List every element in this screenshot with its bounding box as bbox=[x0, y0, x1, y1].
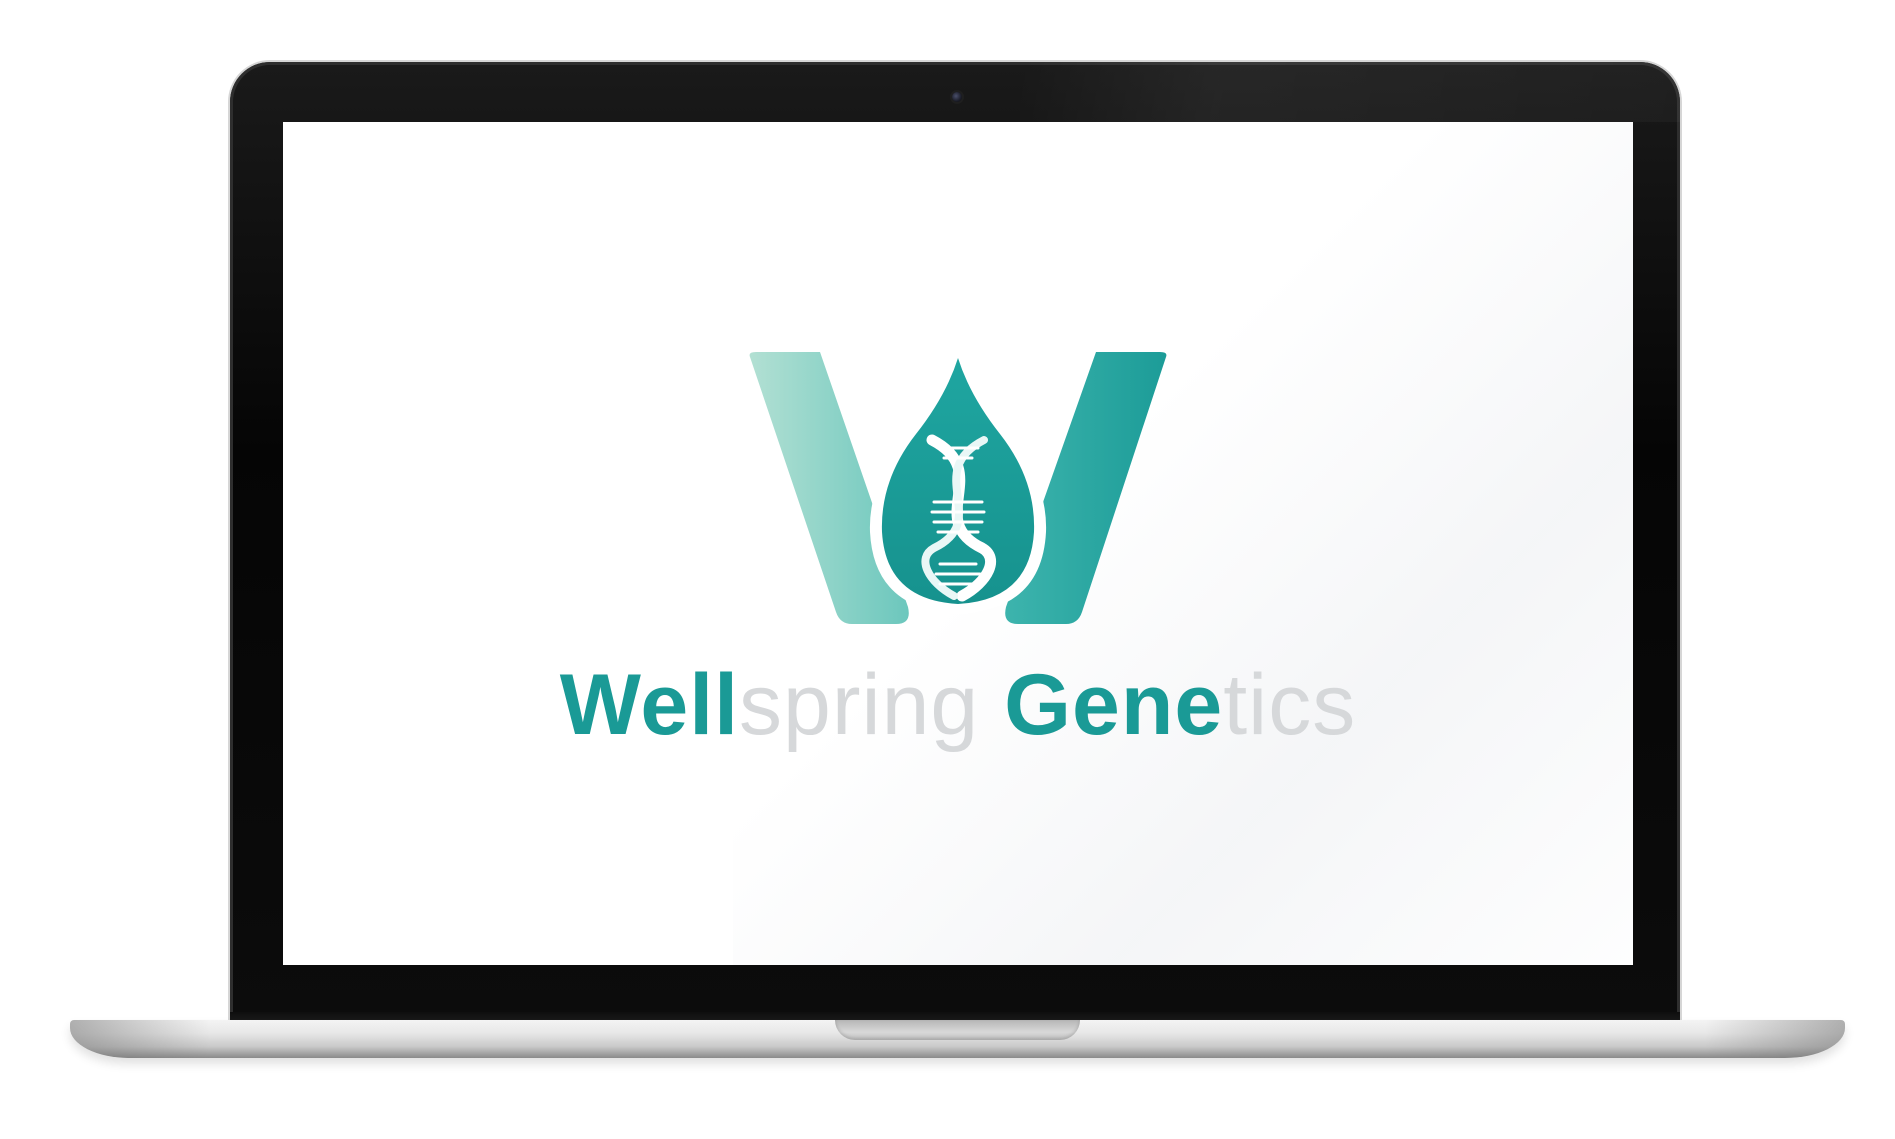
laptop-mockup: Wellspring Genetics bbox=[0, 0, 1895, 1139]
wordmark-part-2: spring bbox=[739, 657, 980, 753]
wordmark-part-3: Gene bbox=[1004, 657, 1224, 753]
wordmark-part-4: tics bbox=[1223, 657, 1357, 753]
base-shade-left bbox=[70, 1020, 210, 1058]
laptop-screen: Wellspring Genetics bbox=[283, 122, 1633, 965]
wordmark-part-1: Well bbox=[559, 657, 739, 753]
wordmark-space bbox=[979, 657, 1004, 753]
brand-wordmark: Wellspring Genetics bbox=[283, 662, 1633, 748]
bezel-gloss bbox=[1020, 62, 1680, 122]
webcam-icon bbox=[952, 92, 962, 102]
w-with-dna-droplet-icon bbox=[749, 352, 1167, 624]
base-shade-right bbox=[1705, 1020, 1845, 1058]
lid-opening-notch bbox=[835, 1020, 1080, 1040]
